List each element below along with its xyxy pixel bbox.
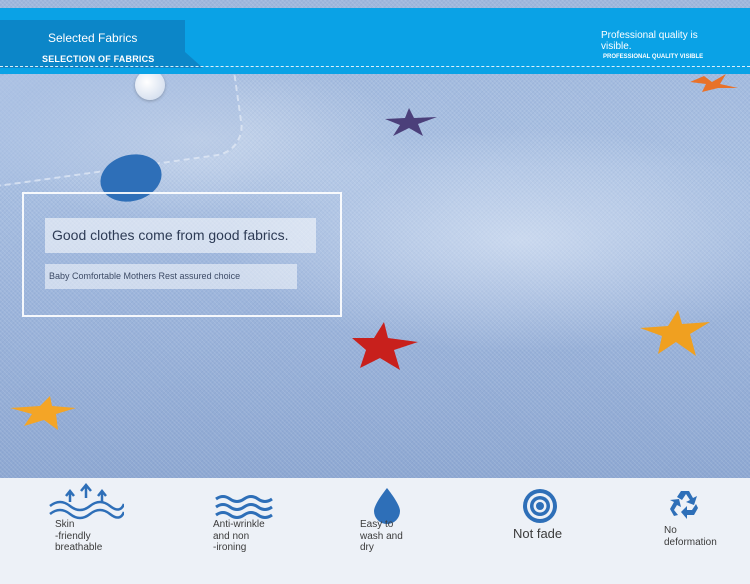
- orange-star-icon: [640, 310, 712, 360]
- section-subtitle: SELECTION OF FABRICS: [42, 54, 155, 64]
- header-dashed-line: [0, 66, 750, 67]
- feature-label: No deformation: [664, 525, 717, 548]
- red-star-icon: [352, 322, 422, 372]
- shirt-button: [135, 70, 165, 100]
- tagline-sub: PROFESSIONAL QUALITY VISIBLE: [603, 54, 704, 60]
- target-icon: [522, 488, 558, 529]
- features-bar: Skin -friendly breathable Anti-wrinkle a…: [0, 478, 750, 584]
- section-title: Selected Fabrics: [48, 31, 138, 45]
- feature-label: Skin -friendly breathable: [55, 519, 103, 553]
- yellow-star-icon: [10, 396, 78, 432]
- recycle-icon: [668, 488, 702, 527]
- intro-frame: [22, 192, 342, 317]
- tagline: Professional quality is visible.: [601, 30, 698, 52]
- intro-headline: Good clothes come from good fabrics.: [45, 218, 316, 253]
- intro-subline: Baby Comfortable Mothers Rest assured ch…: [45, 264, 297, 289]
- purple-star-icon: [385, 108, 437, 138]
- fabric-banner: Selected Fabrics SELECTION OF FABRICS Pr…: [0, 0, 750, 584]
- orange-star-partial-icon: [690, 72, 750, 92]
- feature-label: Easy to wash and dry: [360, 519, 403, 553]
- feature-label: Anti-wrinkle and non -ironing: [213, 519, 265, 553]
- feature-label: Not fade: [513, 526, 563, 541]
